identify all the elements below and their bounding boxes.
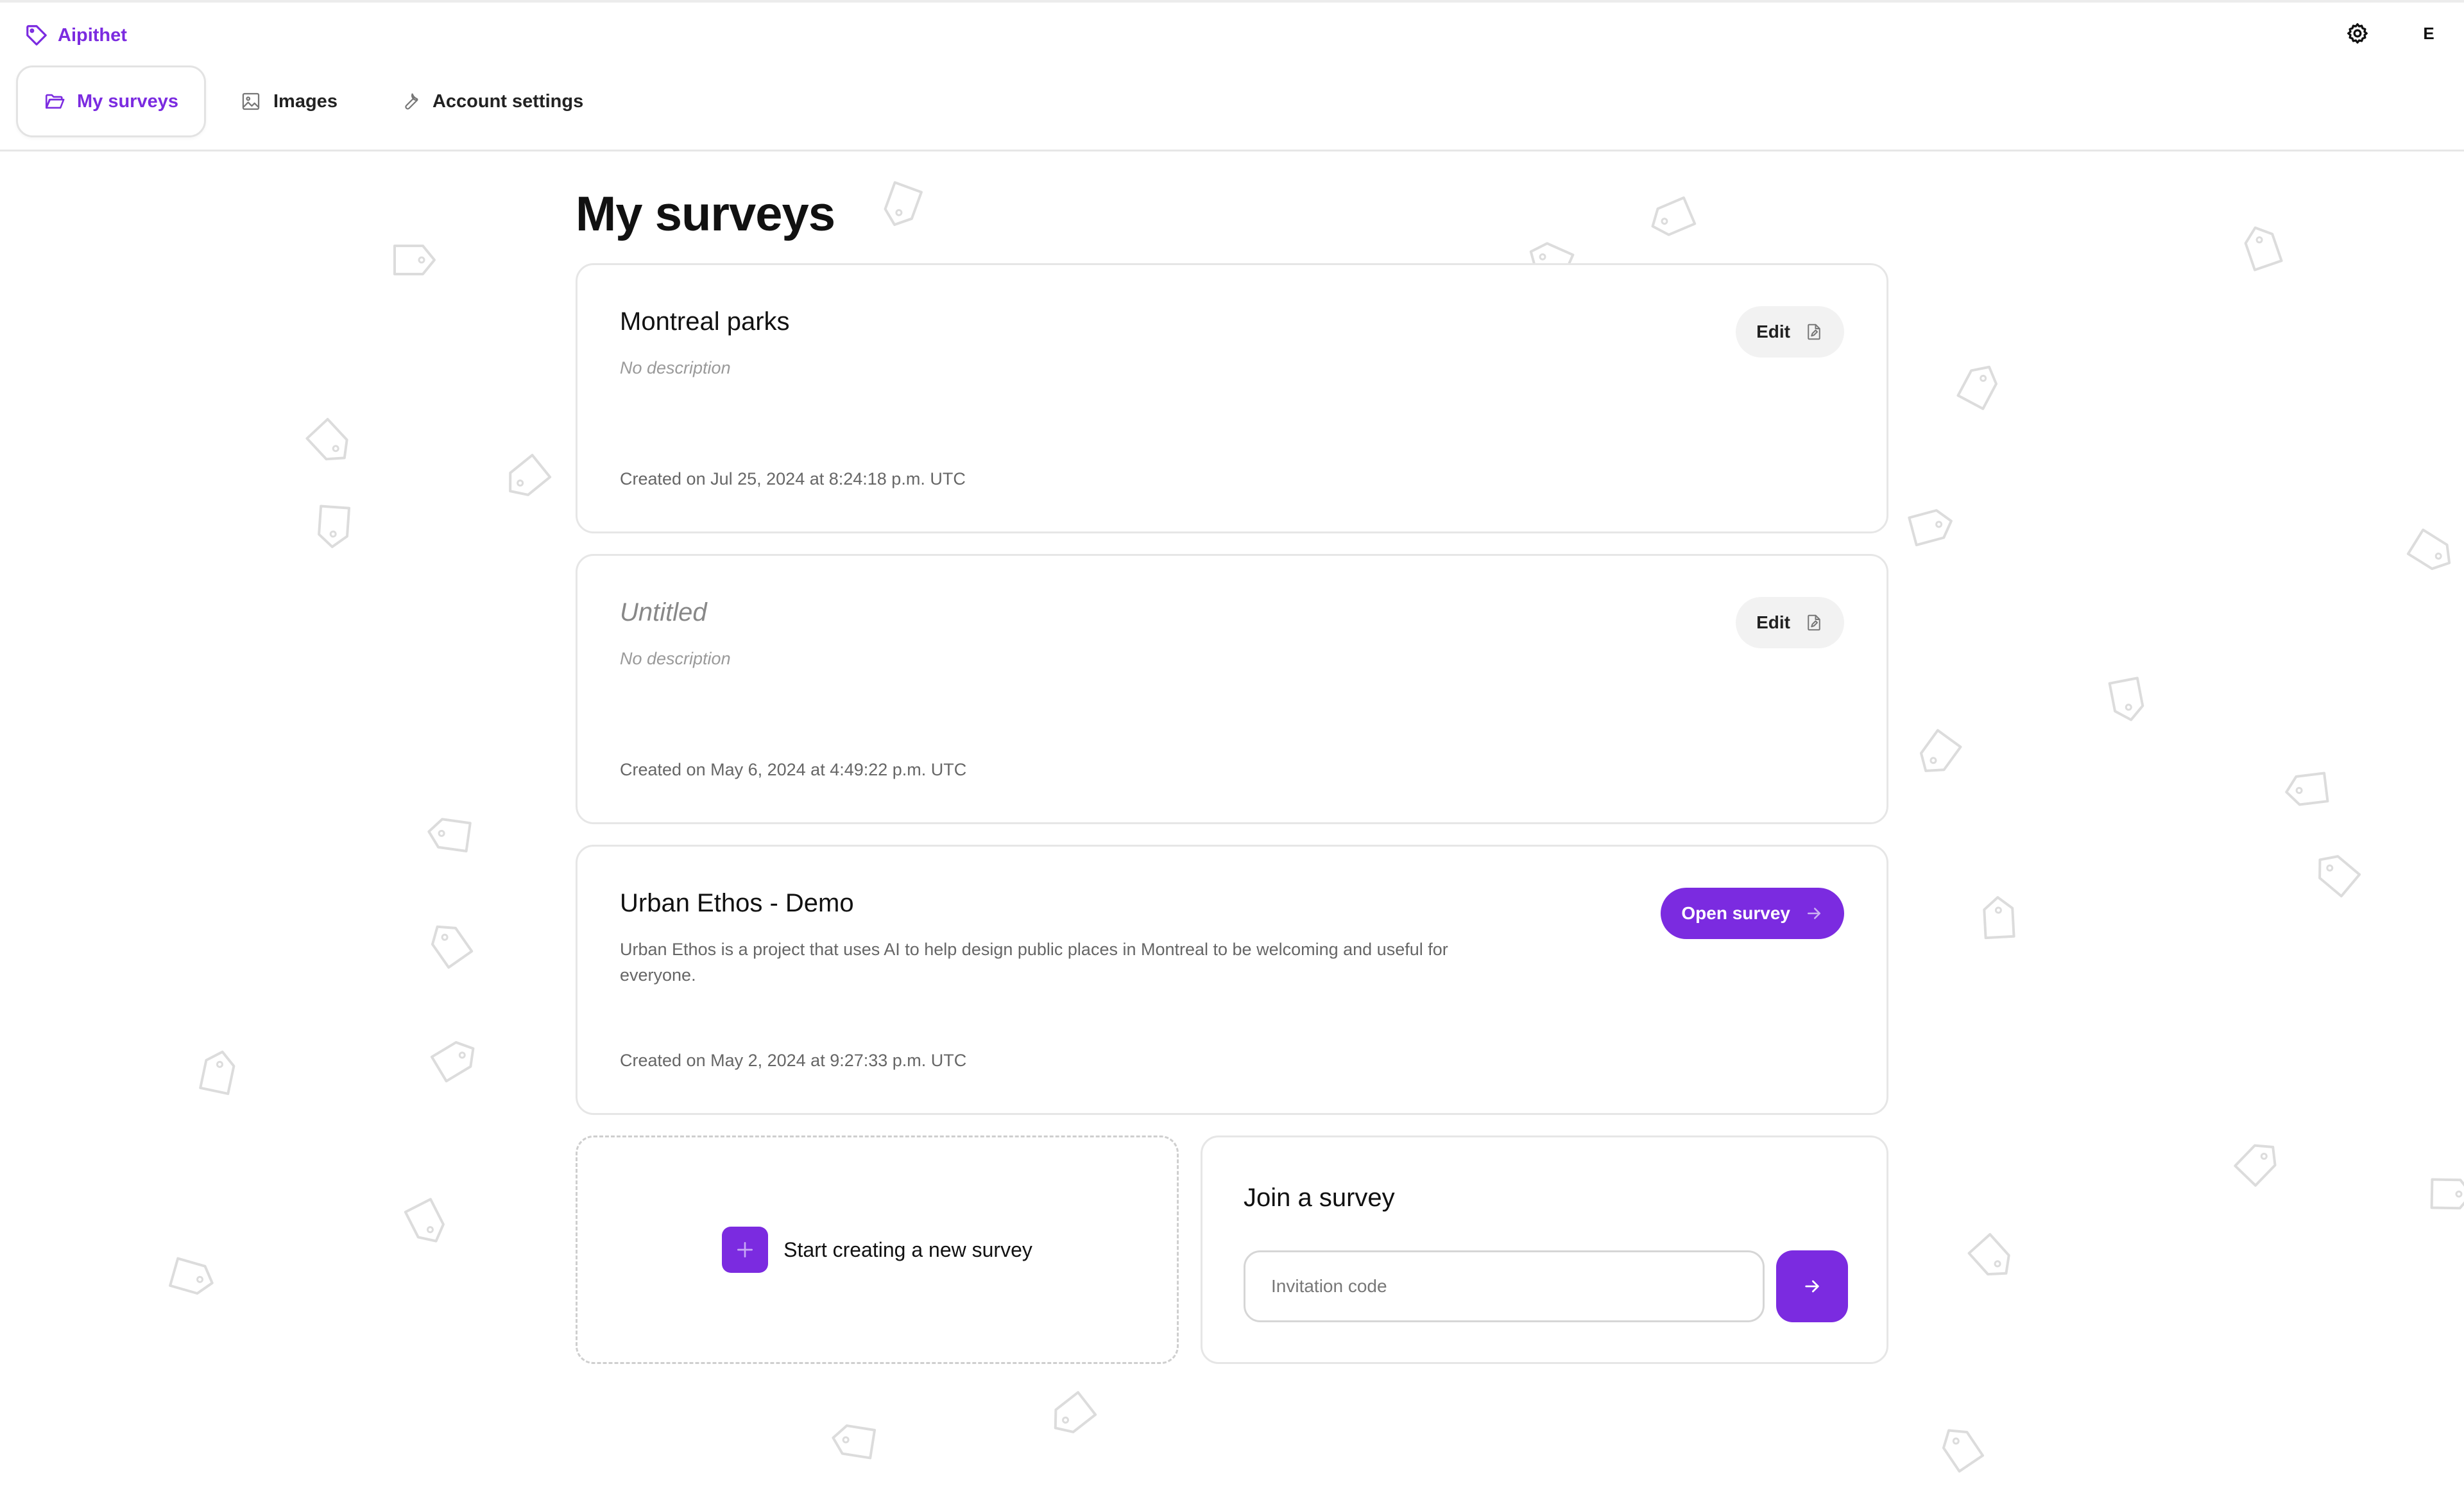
page-title: My surveys — [576, 187, 835, 241]
tag-icon — [26, 25, 47, 46]
background-tag-icon — [169, 1257, 214, 1295]
background-tag-icon — [2108, 677, 2144, 721]
join-survey-card: Join a survey — [1201, 1135, 1888, 1364]
new-survey-label: Start creating a new survey — [783, 1238, 1032, 1261]
plus-icon — [737, 1242, 753, 1257]
app-name: Aipithet — [58, 24, 127, 46]
tab-label: Images — [273, 91, 338, 112]
background-tag-icon — [2285, 772, 2329, 806]
arrow-right-icon — [1805, 1280, 1819, 1293]
image-icon — [242, 92, 260, 110]
tab-account-settings[interactable]: Account settings — [372, 65, 611, 137]
background-tag-icon — [2244, 226, 2283, 272]
top-right-controls: E — [2345, 21, 2438, 46]
survey-title: Urban Ethos - Demo — [620, 889, 854, 917]
background-tag-icon — [2234, 1144, 2277, 1187]
survey-title: Untitled — [620, 598, 707, 626]
survey-created-date: Created on Jul 25, 2024 at 8:24:18 p.m. … — [620, 469, 966, 488]
survey-description: No description — [620, 358, 731, 377]
background-tag-icon — [1983, 896, 2015, 940]
background-tag-icon — [431, 925, 474, 969]
background-tag-icon — [393, 245, 436, 275]
tab-label: My surveys — [77, 91, 178, 112]
tab-my-surveys[interactable]: My surveys — [16, 65, 206, 137]
user-avatar[interactable]: E — [2419, 24, 2438, 44]
arrow-right-icon — [1808, 908, 1820, 919]
wrench-icon — [405, 93, 418, 110]
background-tag-icon — [427, 818, 472, 852]
edit-button[interactable]: Edit — [1736, 306, 1844, 358]
background-tag-icon — [199, 1050, 235, 1095]
survey-created-date: Created on May 2, 2024 at 9:27:33 p.m. U… — [620, 1051, 967, 1070]
join-survey-title: Join a survey — [1244, 1184, 1395, 1212]
new-survey-card[interactable]: Start creating a new survey — [576, 1135, 1179, 1364]
background-tag-icon — [1919, 729, 1962, 772]
add-survey-button[interactable] — [722, 1227, 769, 1273]
main-nav: My surveys Images Account settings — [16, 65, 611, 137]
survey-card[interactable]: Montreal parks No description Created on… — [576, 263, 1888, 533]
file-edit-icon — [1808, 324, 1820, 340]
background-tag-icon — [1967, 1232, 2010, 1276]
background-tag-icon — [2406, 528, 2451, 571]
edit-button-label: Edit — [1756, 612, 1790, 632]
background-tag-icon — [509, 454, 552, 496]
edit-button[interactable]: Edit — [1736, 597, 1844, 648]
background-tag-icon — [305, 418, 348, 461]
tab-label: Account settings — [432, 91, 584, 112]
background-tag-icon — [832, 1424, 877, 1460]
folder-open-icon — [45, 94, 65, 109]
file-edit-icon — [1808, 614, 1820, 631]
background-tag-icon — [1956, 365, 1998, 410]
join-submit-button[interactable] — [1776, 1250, 1848, 1322]
settings-button[interactable] — [2345, 21, 2370, 46]
background-tag-icon — [1942, 1429, 1985, 1473]
background-tag-icon — [2430, 1178, 2464, 1210]
open-survey-button[interactable]: Open survey — [1661, 888, 1844, 939]
survey-description: No description — [620, 649, 731, 668]
survey-description: Urban Ethos is a project that uses AI to… — [620, 940, 1448, 985]
background-tag-icon — [2318, 855, 2361, 898]
survey-created-date: Created on May 6, 2024 at 4:49:22 p.m. U… — [620, 760, 967, 779]
background-tag-icon — [318, 505, 351, 548]
background-tag-icon — [1054, 1391, 1097, 1433]
background-tag-icon — [404, 1198, 445, 1243]
survey-card[interactable]: Untitled No description Created on May 6… — [576, 554, 1888, 824]
bottom-actions: Start creating a new survey Join a surve… — [576, 1135, 1888, 1364]
tab-images[interactable]: Images — [212, 65, 365, 137]
background-tag-icon — [430, 1040, 475, 1083]
survey-card[interactable]: Urban Ethos - Demo Urban Ethos is a proj… — [576, 845, 1888, 1115]
open-survey-label: Open survey — [1681, 903, 1790, 923]
gear-icon — [2347, 23, 2368, 44]
main-content: My surveys Montreal parks No description… — [576, 186, 1888, 1364]
brand-logo[interactable]: Aipithet — [24, 23, 127, 47]
background-tag-icon — [1908, 509, 1953, 547]
edit-button-label: Edit — [1756, 322, 1790, 341]
top-bar: Aipithet E My surveys Images Account set… — [0, 0, 2464, 151]
invitation-code-input[interactable] — [1244, 1250, 1765, 1322]
survey-title: Montreal parks — [620, 307, 790, 336]
